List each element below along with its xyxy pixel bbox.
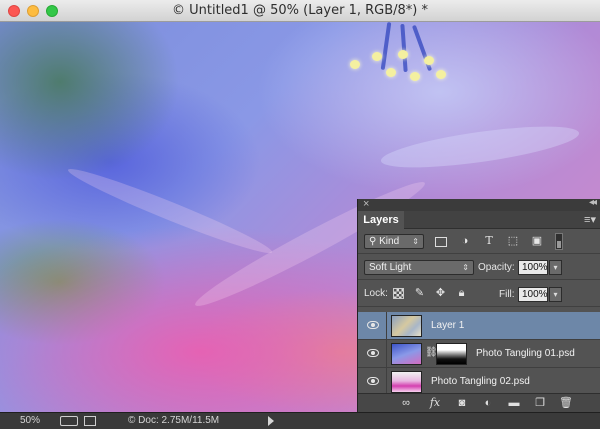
filter-type-icon[interactable]: T (482, 235, 496, 247)
blend-row: Soft Light ⇕ Opacity: 100% ▾ (358, 254, 600, 280)
filter-shape-icon[interactable]: ⬚ (506, 235, 520, 247)
fill-label: Fill: (499, 289, 515, 300)
updown-arrow-icon: ⇕ (462, 263, 469, 272)
visibility-eye-icon[interactable] (367, 321, 379, 329)
opacity-label: Opacity: (478, 262, 515, 273)
new-group-folder-icon[interactable]: ▬ (507, 397, 521, 409)
flower-stamen (424, 56, 434, 65)
filter-kind-label: Kind (379, 236, 400, 247)
panel-menu-icon[interactable]: ≡▾ (584, 213, 596, 226)
column-divider (386, 340, 387, 368)
flower-stamen (372, 52, 382, 61)
petal-highlight (64, 161, 276, 261)
flower-stamen-stem (380, 22, 392, 71)
opacity-field[interactable]: 100% (518, 260, 548, 275)
window-titlebar: © Untitled1 @ 50% (Layer 1, RGB/8*) * (0, 0, 600, 22)
visibility-eye-icon[interactable] (367, 377, 379, 385)
doc-info-text: Doc: 2.75M/11.5M (138, 415, 220, 426)
collapse-panel-icon[interactable]: ◂◂ (589, 197, 597, 208)
lock-label: Lock: (364, 288, 388, 299)
visibility-eye-icon[interactable] (367, 349, 379, 357)
add-mask-icon[interactable]: ◙ (455, 397, 469, 409)
layers-bottom-toolbar: ∞ fx ◙ ◐ ▬ ❐ 🗑︎ (358, 393, 600, 412)
layer-filter-row: ⚲ Kind ⇕ ◑ T ⬚ ▣ (358, 229, 600, 254)
flower-stamen (386, 68, 396, 77)
flower-stamen (436, 70, 446, 79)
tab-layers[interactable]: Layers (358, 211, 404, 229)
layer-name: Photo Tangling 01.psd (476, 348, 575, 359)
filter-adjustment-icon[interactable]: ◑ (458, 235, 472, 247)
filter-kind-select[interactable]: ⚲ Kind ⇕ (364, 234, 424, 249)
filter-toggle-switch[interactable] (555, 233, 563, 250)
lock-row: Lock: ✎ ✥ 🔒︎ Fill: 100% ▾ (358, 280, 600, 307)
layer-mask-thumbnail[interactable] (436, 343, 467, 365)
delete-layer-trash-icon[interactable]: 🗑︎ (559, 397, 573, 409)
blend-mode-value: Soft Light (369, 262, 412, 273)
flower-stamen (410, 72, 420, 81)
flower-stamen-stem (400, 23, 408, 73)
layer-name: Photo Tangling 02.psd (431, 376, 530, 387)
new-adjustment-layer-icon[interactable]: ◐ (481, 397, 495, 409)
doc-info-bullet-icon: © (128, 415, 139, 426)
layer-thumbnail (391, 371, 422, 393)
document-size-info: © Doc: 2.75M/11.5M (128, 415, 219, 426)
lock-image-pixels-icon[interactable]: ✎ (414, 288, 425, 299)
panel-header-strip: × ◂◂ (358, 197, 600, 211)
filter-pixel-icon[interactable] (435, 237, 447, 247)
opacity-dropdown-button[interactable]: ▾ (549, 260, 562, 275)
window-title: © Untitled1 @ 50% (Layer 1, RGB/8*) * (172, 3, 428, 18)
export-icon[interactable] (84, 416, 96, 426)
lock-position-icon[interactable]: ✥ (435, 288, 446, 299)
layer-row-photo-tangling-01[interactable]: ⛓ Photo Tangling 01.psd (358, 340, 600, 368)
layer-thumbnail (391, 315, 422, 337)
search-icon: ⚲ (369, 236, 380, 247)
flower-stamen (398, 50, 408, 59)
layer-row-layer-1[interactable]: Layer 1 (358, 312, 600, 340)
lock-transparent-pixels-icon[interactable] (393, 288, 404, 299)
new-layer-icon[interactable]: ❐ (533, 397, 547, 409)
column-divider (386, 368, 387, 396)
petal-highlight (378, 118, 582, 176)
lock-all-icon[interactable]: 🔒︎ (456, 288, 467, 299)
status-bar: 50% © Doc: 2.75M/11.5M (0, 412, 600, 429)
panel-tab-row: Layers ≡▾ (358, 211, 600, 229)
layer-name: Layer 1 (431, 320, 465, 331)
add-layer-style-icon[interactable]: fx (428, 397, 442, 409)
link-layers-icon[interactable]: ∞ (399, 397, 413, 409)
fill-field[interactable]: 100% (518, 287, 548, 302)
layer-row-photo-tangling-02[interactable]: Photo Tangling 02.psd (358, 368, 600, 396)
close-panel-icon[interactable]: × (363, 198, 369, 210)
fill-dropdown-button[interactable]: ▾ (549, 287, 562, 302)
layer-thumbnail (391, 343, 422, 365)
zoom-level[interactable]: 50% (20, 415, 40, 426)
layers-panel: × ◂◂ Layers ≡▾ ⚲ Kind ⇕ ◑ T ⬚ ▣ Soft Lig… (357, 197, 600, 412)
column-divider (386, 312, 387, 340)
flower-stamen (350, 60, 360, 69)
sheet-info-icon[interactable] (60, 416, 78, 426)
blend-mode-select[interactable]: Soft Light ⇕ (364, 260, 474, 275)
status-menu-arrow-icon[interactable] (268, 416, 274, 426)
filter-smart-object-icon[interactable]: ▣ (530, 235, 544, 247)
updown-arrow-icon: ⇕ (412, 237, 419, 246)
